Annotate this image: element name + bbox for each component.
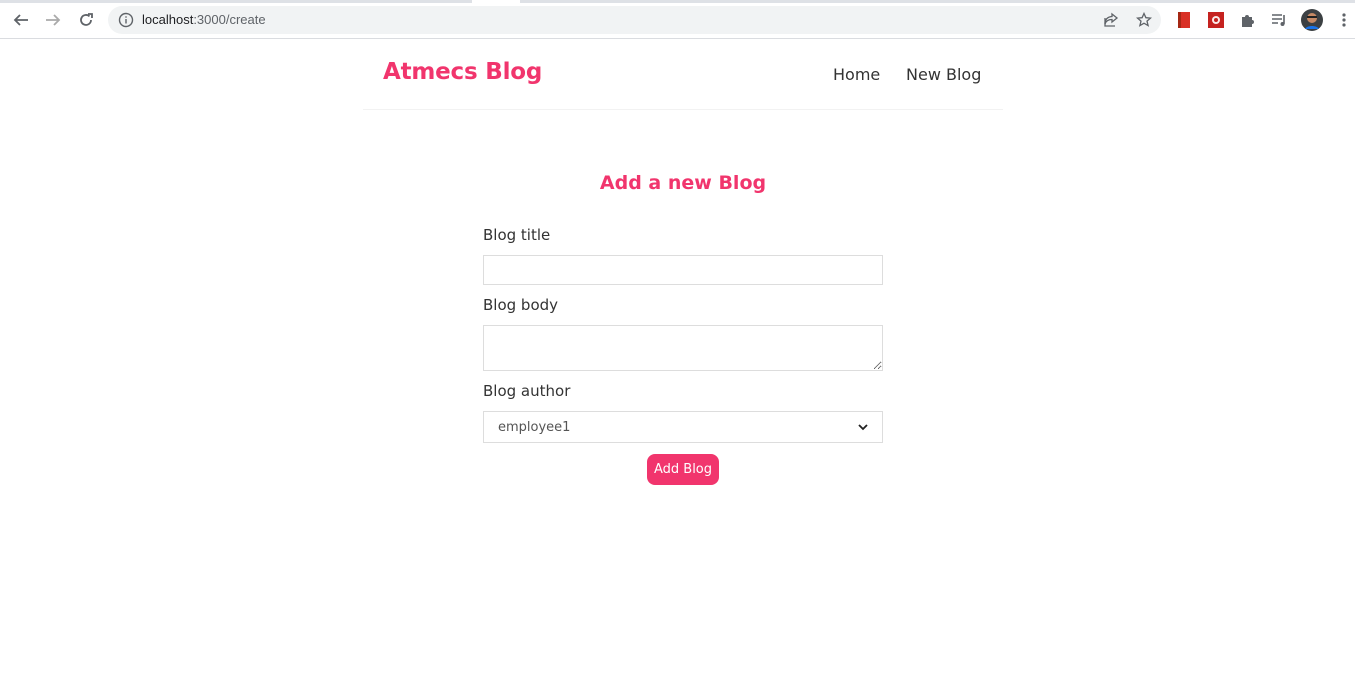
more-menu-icon[interactable] <box>1334 10 1354 30</box>
add-blog-button[interactable]: Add Blog <box>647 454 719 485</box>
blog-body-textarea[interactable] <box>483 325 883 371</box>
back-arrow-icon[interactable] <box>9 8 33 32</box>
blog-title-label: Blog title <box>483 226 551 244</box>
site-info-icon[interactable] <box>118 12 134 28</box>
reload-icon[interactable] <box>74 8 98 32</box>
site-navbar: Atmecs Blog Home New Blog <box>363 40 1003 110</box>
active-tab-indicator <box>472 0 520 3</box>
nav-link-new-blog[interactable]: New Blog <box>906 65 981 84</box>
url-text[interactable]: localhost:3000/create <box>142 12 266 28</box>
profile-avatar[interactable] <box>1301 9 1323 31</box>
bookmark-star-icon[interactable] <box>1135 11 1153 29</box>
media-queue-icon[interactable] <box>1269 10 1289 30</box>
nav-link-home[interactable]: Home <box>833 65 880 84</box>
red-extension-icon[interactable] <box>1206 10 1226 30</box>
blog-title-input[interactable] <box>483 255 883 285</box>
browser-toolbar: localhost:3000/create <box>0 0 1355 39</box>
blog-body-label: Blog body <box>483 296 559 314</box>
blog-author-select[interactable]: employee1 <box>483 411 883 443</box>
page-title: Add a new Blog <box>599 172 767 194</box>
chevron-down-icon <box>858 420 868 435</box>
share-icon[interactable] <box>1102 11 1120 29</box>
blog-author-label: Blog author <box>483 382 571 400</box>
red-book-extension-icon[interactable] <box>1174 10 1194 30</box>
address-bar[interactable]: localhost:3000/create <box>108 6 1161 34</box>
forward-arrow-icon[interactable] <box>41 8 65 32</box>
tab-strip <box>0 0 1355 3</box>
create-blog-form: Add a new Blog Blog title Blog body Blog… <box>483 170 883 485</box>
puzzle-extensions-icon[interactable] <box>1238 10 1258 30</box>
url-host: localhost <box>142 12 194 27</box>
site-brand: Atmecs Blog <box>383 59 543 85</box>
url-path: :3000/create <box>193 12 266 27</box>
author-selected-value: employee1 <box>498 419 571 435</box>
